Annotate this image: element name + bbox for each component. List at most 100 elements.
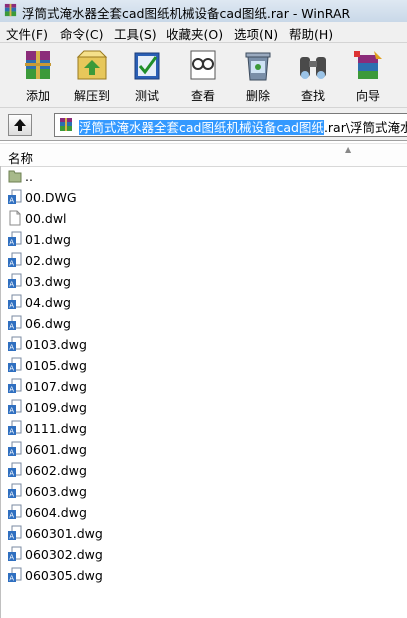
dwg-file-icon: A bbox=[8, 567, 22, 583]
path-field[interactable]: 浮筒式淹水器全套cad图纸机械设备cad图纸.rar\浮筒式淹水器 bbox=[54, 113, 407, 137]
wizard-button[interactable]: 向导 bbox=[343, 45, 393, 105]
list-item[interactable]: A 0604.dwg bbox=[0, 502, 407, 523]
file-name: 060302.dwg bbox=[25, 547, 103, 562]
svg-text:A: A bbox=[9, 365, 14, 373]
dwg-file-icon: A bbox=[8, 504, 22, 520]
list-item[interactable]: A 060302.dwg bbox=[0, 544, 407, 565]
svg-text:A: A bbox=[9, 491, 14, 499]
address-bar: 浮筒式淹水器全套cad图纸机械设备cad图纸.rar\浮筒式淹水器 bbox=[0, 107, 407, 141]
test-icon bbox=[134, 52, 160, 80]
list-item[interactable]: A 00.DWG bbox=[0, 187, 407, 208]
list-item[interactable]: A 0107.dwg bbox=[0, 376, 407, 397]
menu-command[interactable]: 命令(C) bbox=[60, 24, 103, 43]
svg-text:A: A bbox=[9, 407, 14, 415]
view-button[interactable]: 查看 bbox=[178, 45, 228, 105]
menu-file[interactable]: 文件(F) bbox=[6, 24, 48, 43]
file-name: 06.dwg bbox=[25, 316, 71, 331]
add-archive-icon bbox=[25, 51, 51, 79]
svg-text:A: A bbox=[9, 302, 14, 310]
dwg-file-icon: A bbox=[8, 336, 22, 352]
list-item[interactable]: A 0105.dwg bbox=[0, 355, 407, 376]
find-button[interactable]: 查找 bbox=[288, 45, 338, 105]
list-item[interactable]: A 060305.dwg bbox=[0, 565, 407, 586]
extract-to-label: 解压到 bbox=[73, 89, 110, 103]
dwg-file-icon: A bbox=[8, 189, 22, 205]
window-title: 浮筒式淹水器全套cad图纸机械设备cad图纸.rar - WinRAR bbox=[22, 6, 351, 21]
view-label: 查看 bbox=[190, 89, 215, 103]
file-name: 060301.dwg bbox=[25, 526, 103, 541]
path-rest-text: .rar\浮筒式淹水器 bbox=[323, 120, 407, 135]
dwg-file-icon: A bbox=[8, 315, 22, 331]
dwg-file-icon: A bbox=[8, 231, 22, 247]
delete-label: 删除 bbox=[245, 89, 270, 103]
menu-bar: 文件(F) 命令(C) 工具(S) 收藏夹(O) 选项(N) 帮助(H) bbox=[0, 22, 407, 42]
delete-icon bbox=[245, 52, 271, 81]
list-item[interactable]: A 03.dwg bbox=[0, 271, 407, 292]
sort-ascending-icon: ▲ bbox=[345, 145, 352, 154]
archive-icon bbox=[60, 118, 72, 131]
delete-button[interactable]: 删除 bbox=[233, 45, 283, 105]
list-item[interactable]: A 0603.dwg bbox=[0, 481, 407, 502]
list-item[interactable]: A 01.dwg bbox=[0, 229, 407, 250]
column-header-name[interactable]: 名称 ▲ bbox=[0, 143, 407, 167]
file-name: 0604.dwg bbox=[25, 505, 87, 520]
extract-to-icon bbox=[76, 50, 108, 80]
svg-text:A: A bbox=[9, 323, 14, 331]
file-name: 0602.dwg bbox=[25, 463, 87, 478]
file-name: 0107.dwg bbox=[25, 379, 87, 394]
file-name: 0103.dwg bbox=[25, 337, 87, 352]
list-item[interactable]: A 060301.dwg bbox=[0, 523, 407, 544]
winrar-app-icon bbox=[4, 3, 17, 17]
menu-favorites[interactable]: 收藏夹(O) bbox=[166, 24, 223, 43]
menu-options[interactable]: 选项(N) bbox=[234, 24, 278, 43]
dwg-file-icon: A bbox=[8, 273, 22, 289]
svg-text:A: A bbox=[9, 470, 14, 478]
test-button[interactable]: 测试 bbox=[122, 45, 172, 105]
path-text: 浮筒式淹水器全套cad图纸机械设备cad图纸.rar\浮筒式淹水器 bbox=[79, 117, 407, 136]
dwg-file-icon: A bbox=[8, 294, 22, 310]
file-name: 04.dwg bbox=[25, 295, 71, 310]
wizard-icon bbox=[354, 51, 382, 79]
dwg-file-icon: A bbox=[8, 525, 22, 541]
menu-help[interactable]: 帮助(H) bbox=[289, 24, 333, 43]
dwg-file-icon: A bbox=[8, 483, 22, 499]
list-item[interactable]: A 0111.dwg bbox=[0, 418, 407, 439]
file-name: 0111.dwg bbox=[25, 421, 87, 436]
wizard-label: 向导 bbox=[355, 89, 380, 103]
svg-text:A: A bbox=[9, 386, 14, 394]
extract-to-button[interactable]: 解压到 bbox=[67, 45, 117, 105]
list-item[interactable]: A 0103.dwg bbox=[0, 334, 407, 355]
list-item[interactable]: .. bbox=[0, 166, 407, 187]
list-item[interactable]: 00.dwl bbox=[0, 208, 407, 229]
dwg-file-icon: A bbox=[8, 252, 22, 268]
svg-text:A: A bbox=[9, 512, 14, 520]
file-name: 0109.dwg bbox=[25, 400, 87, 415]
dwg-file-icon: A bbox=[8, 420, 22, 436]
parent-folder-icon bbox=[8, 170, 22, 183]
list-item[interactable]: A 04.dwg bbox=[0, 292, 407, 313]
dwg-file-icon: A bbox=[8, 399, 22, 415]
view-icon bbox=[190, 50, 216, 80]
file-name: 00.DWG bbox=[25, 190, 77, 205]
list-item[interactable]: A 06.dwg bbox=[0, 313, 407, 334]
file-name: 0603.dwg bbox=[25, 484, 87, 499]
add-label: 添加 bbox=[25, 89, 50, 103]
list-item[interactable]: A 0601.dwg bbox=[0, 439, 407, 460]
svg-text:A: A bbox=[9, 281, 14, 289]
svg-text:A: A bbox=[9, 428, 14, 436]
menu-tools[interactable]: 工具(S) bbox=[114, 24, 157, 43]
list-item[interactable]: A 0109.dwg bbox=[0, 397, 407, 418]
file-name: 02.dwg bbox=[25, 253, 71, 268]
up-one-level-button[interactable] bbox=[8, 114, 32, 136]
list-item[interactable]: A 0602.dwg bbox=[0, 460, 407, 481]
dwg-file-icon: A bbox=[8, 546, 22, 562]
svg-text:A: A bbox=[9, 575, 14, 583]
dwg-file-icon: A bbox=[8, 441, 22, 457]
svg-text:A: A bbox=[9, 554, 14, 562]
file-name: 0105.dwg bbox=[25, 358, 87, 373]
title-bar: 浮筒式淹水器全套cad图纸机械设备cad图纸.rar - WinRAR bbox=[0, 0, 407, 23]
list-item[interactable]: A 02.dwg bbox=[0, 250, 407, 271]
file-list: .. A 00.DWG 00.dwl A 01.dwg A 02.dwg A 0… bbox=[0, 166, 407, 618]
add-button[interactable]: 添加 bbox=[13, 45, 63, 105]
dwg-file-icon: A bbox=[8, 378, 22, 394]
